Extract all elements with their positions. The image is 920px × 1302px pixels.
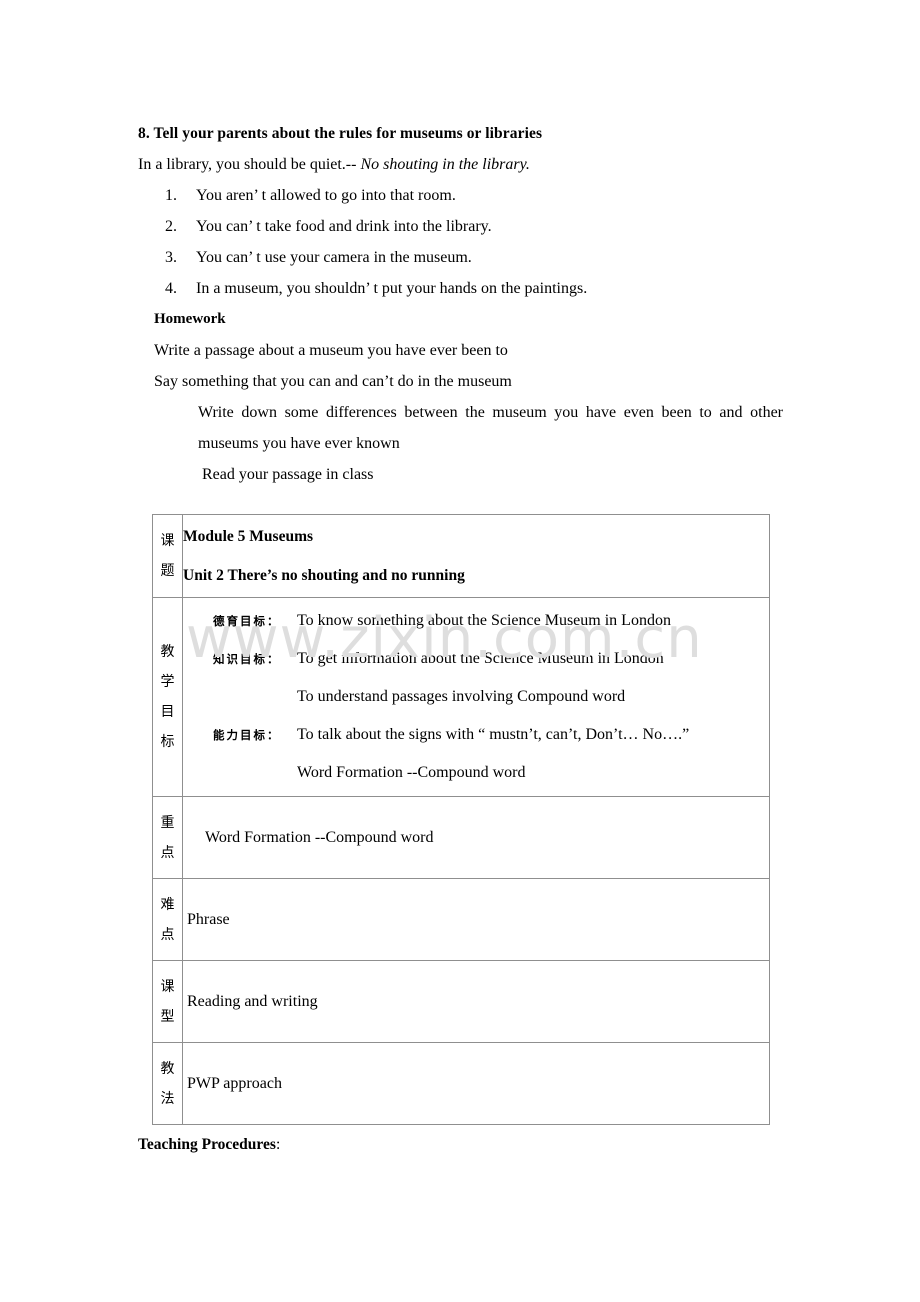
document-body: 8. Tell your parents about the rules for…: [138, 118, 784, 490]
row-label-objectives: 教 学 目 标: [152, 597, 183, 797]
homework-line-4: museums you have ever known: [198, 435, 400, 452]
row-value-topic: Module 5 Museums Unit 2 There’s no shout…: [182, 514, 770, 598]
objective-moral: 德育目标： To know something about the Scienc…: [213, 602, 769, 640]
row-label-char: 教: [160, 644, 175, 660]
row-value-difficulty: Phrase: [182, 878, 770, 961]
objective-ability-continued: Word Formation --Compound word: [297, 764, 526, 781]
homework-line-2: Say something that you can and can’t do …: [154, 373, 512, 390]
table-row-objectives: 教 学 目 标 德育目标： To know something about th…: [152, 597, 770, 797]
row-value-teaching-method: PWP approach: [182, 1042, 770, 1125]
row-value-key-point: Word Formation --Compound word: [182, 796, 770, 879]
intro-paragraph: In a library, you should be quiet.-- No …: [138, 149, 784, 180]
row-label-difficulty: 难 点: [152, 878, 183, 961]
list-item-number: 2.: [165, 218, 177, 235]
intro-italic-text: No shouting in the library.: [360, 156, 530, 173]
row-label-char: 点: [160, 844, 175, 861]
list-item-text: You can’ t use your camera in the museum…: [196, 249, 472, 266]
topic-module-line: Module 5 Museums: [183, 528, 314, 545]
objective-knowledge: 知识目标： To get information about the Scien…: [213, 640, 769, 678]
row-label-char: 课: [160, 978, 175, 995]
row-label-char: 目: [160, 704, 175, 720]
row-label-topic: 课 题: [152, 514, 183, 598]
row-label-char: 点: [160, 926, 175, 943]
row-label-char: 标: [160, 734, 175, 750]
lesson-type-text: Reading and writing: [187, 993, 318, 1010]
objective-tag: 能力目标：: [213, 728, 281, 742]
list-item: 3. You can’ t use your camera in the mus…: [138, 242, 784, 273]
list-item-text: You can’ t take food and drink into the …: [196, 218, 492, 235]
list-item-number: 4.: [165, 280, 177, 297]
objective-knowledge-continued: To understand passages involving Compoun…: [297, 688, 626, 705]
row-label-char: 题: [160, 563, 175, 579]
objective-tag: 德育目标：: [213, 614, 281, 628]
objective-text: To get information about the Science Mus…: [297, 650, 664, 667]
list-item: 2. You can’ t take food and drink into t…: [138, 211, 784, 242]
row-label-char: 学: [160, 674, 175, 690]
table-row-lesson-type: 课 型 Reading and writing: [152, 960, 770, 1043]
row-label-key-point: 重 点: [152, 796, 183, 879]
teaching-method-text: PWP approach: [187, 1075, 282, 1092]
key-point-text: Word Formation --Compound word: [205, 829, 434, 846]
table-row-topic: 课 题 Module 5 Museums Unit 2 There’s no s…: [152, 514, 770, 598]
list-item-number: 1.: [165, 187, 177, 204]
difficulty-text: Phrase: [187, 911, 230, 928]
lesson-plan-table: 课 题 Module 5 Museums Unit 2 There’s no s…: [152, 514, 770, 1125]
row-label-teaching-method: 教 法: [152, 1042, 183, 1125]
row-value-objectives: 德育目标： To know something about the Scienc…: [182, 597, 770, 797]
teaching-procedures-heading: Teaching Procedures:: [138, 1131, 280, 1159]
homework-line-3: Write down some differences between the …: [198, 404, 783, 421]
list-item: 4. In a museum, you shouldn’ t put your …: [138, 273, 784, 304]
row-label-lesson-type: 课 型: [152, 960, 183, 1043]
document-page: 8. Tell your parents about the rules for…: [0, 0, 920, 1302]
section-heading: 8. Tell your parents about the rules for…: [138, 125, 543, 142]
table-row-teaching-method: 教 法 PWP approach: [152, 1042, 770, 1125]
list-item-text: In a museum, you shouldn’ t put your han…: [196, 280, 588, 297]
teaching-procedures-label: Teaching Procedures: [138, 1136, 276, 1153]
row-label-char: 教: [160, 1060, 175, 1077]
list-item-number: 3.: [165, 249, 177, 266]
row-label-char: 型: [160, 1008, 175, 1025]
table-row-difficulty: 难 点 Phrase: [152, 878, 770, 961]
homework-line-1: Write a passage about a museum you have …: [154, 342, 508, 359]
homework-heading: Homework: [154, 311, 226, 327]
objective-text: To know something about the Science Muse…: [297, 612, 671, 629]
topic-unit-line: Unit 2 There’s no shouting and no runnin…: [183, 567, 465, 584]
homework-line-5: Read your passage in class: [202, 466, 374, 483]
row-label-char: 难: [160, 896, 175, 913]
row-label-char: 法: [160, 1090, 175, 1107]
objective-tag: 知识目标：: [213, 652, 281, 666]
list-item: 1. You aren’ t allowed to go into that r…: [138, 180, 784, 211]
row-label-char: 重: [160, 814, 175, 831]
objective-ability: 能力目标： To talk about the signs with “ mus…: [213, 716, 769, 754]
list-item-text: You aren’ t allowed to go into that room…: [196, 187, 456, 204]
table-row-key-point: 重 点 Word Formation --Compound word: [152, 796, 770, 879]
rules-list: 1. You aren’ t allowed to go into that r…: [138, 180, 784, 304]
row-label-char: 课: [160, 533, 175, 549]
row-value-lesson-type: Reading and writing: [182, 960, 770, 1043]
objective-text: To talk about the signs with “ mustn’t, …: [297, 726, 690, 743]
teaching-procedures-colon: :: [275, 1136, 281, 1153]
intro-plain-text: In a library, you should be quiet.--: [138, 156, 361, 173]
